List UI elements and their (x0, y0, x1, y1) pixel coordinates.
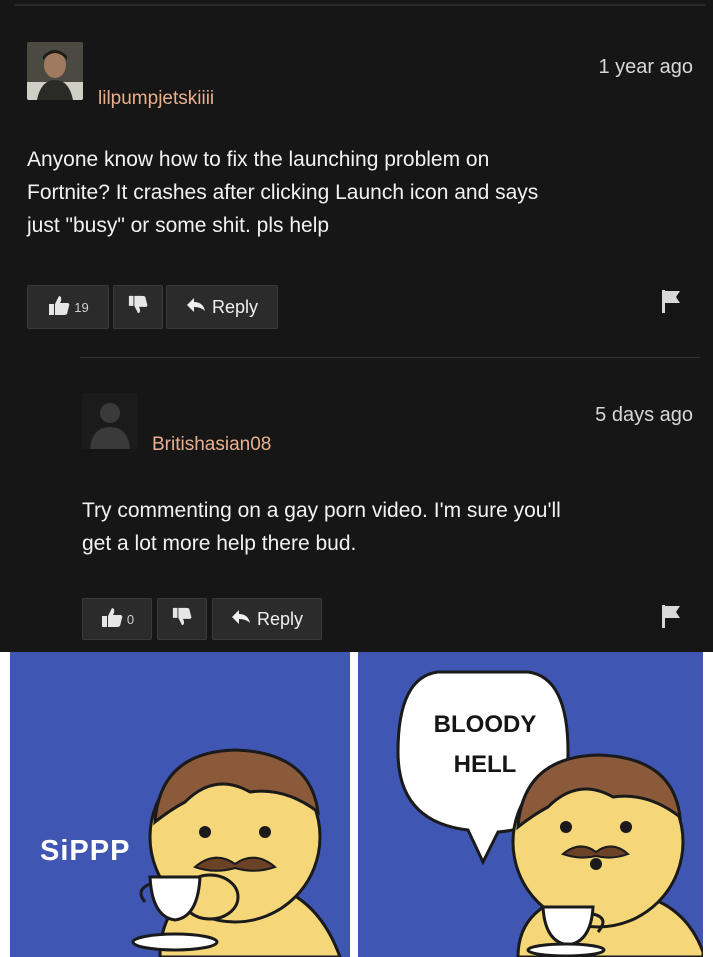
thumbs-down-icon (171, 607, 193, 632)
reply-button[interactable]: Reply (212, 598, 322, 640)
comic-panel-left (10, 652, 350, 957)
comic-panel-right (358, 652, 703, 957)
top-divider (15, 4, 705, 6)
speech-bubble-text: BLOODY HELL (420, 705, 550, 785)
like-button[interactable]: 19 (27, 285, 109, 329)
comment-username[interactable]: lilpumpjetskiiii (98, 88, 214, 110)
comment-line: get a lot more help there bud. (82, 532, 357, 555)
reply-arrow-icon (231, 609, 251, 630)
comment-section: lilpumpjetskiiii 1 year ago Anyone know … (0, 0, 713, 652)
panel-separator (350, 652, 358, 957)
page: lilpumpjetskiiii 1 year ago Anyone know … (0, 0, 713, 957)
user-avatar[interactable] (27, 42, 83, 100)
shocked-character-illustration (396, 670, 703, 957)
reply-label: Reply (211, 296, 259, 317)
flag-icon[interactable] (660, 288, 682, 319)
dislike-button[interactable] (113, 285, 163, 329)
comment-timestamp: 5 days ago (595, 404, 693, 426)
comment-divider (80, 357, 700, 358)
thumbs-down-icon (127, 295, 149, 320)
like-button[interactable]: 0 (82, 598, 152, 640)
flag-icon[interactable] (660, 603, 682, 634)
comment-timestamp: 1 year ago (598, 56, 693, 78)
reply-label: Reply (256, 608, 304, 629)
comment-line: Anyone know how to fix the launching pro… (27, 148, 490, 171)
reply-button[interactable]: Reply (166, 285, 278, 329)
user-avatar[interactable] (82, 393, 138, 449)
comment-line: Try commenting on a gay porn video. I'm … (82, 499, 561, 522)
comment-line: Fortnite? It crashes after clicking Laun… (27, 181, 539, 204)
speech-line: HELL (453, 751, 517, 778)
like-count: 0 (126, 611, 135, 627)
reply-arrow-icon (186, 297, 206, 318)
like-count: 19 (74, 299, 89, 315)
thumbs-up-icon (47, 294, 71, 321)
dislike-button[interactable] (157, 598, 207, 640)
comment-body: Try commenting on a gay porn video. I'm … (82, 494, 702, 560)
speech-line: BLOODY (433, 711, 537, 738)
comment-username[interactable]: Britishasian08 (152, 434, 271, 456)
thumbs-up-icon (100, 606, 124, 633)
comment-line: just "busy" or some shit. pls help (27, 214, 330, 237)
comment-body: Anyone know how to fix the launching pro… (27, 143, 697, 242)
comic-sound-effect: SiPPP (40, 835, 131, 867)
sipping-character-illustration (131, 748, 342, 957)
